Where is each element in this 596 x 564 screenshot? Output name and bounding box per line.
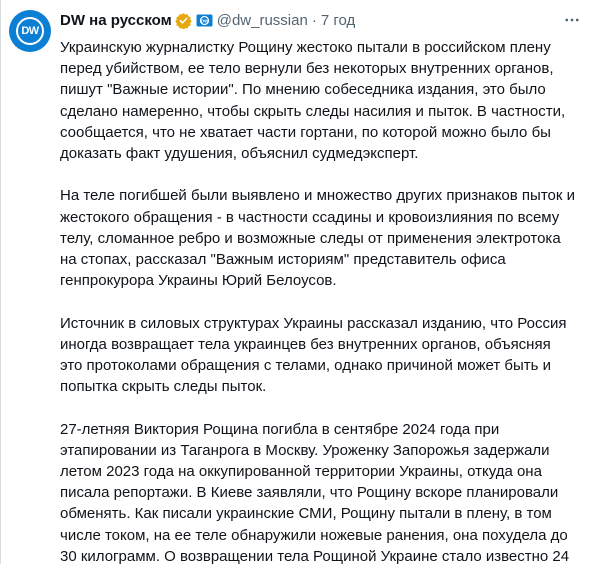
tweet-text: Украинскую журналистку Рощину жестоко пы… [60, 37, 576, 564]
separator-dot: · [311, 11, 317, 29]
avatar[interactable]: DW [9, 10, 51, 52]
timestamp[interactable]: 7 год [321, 12, 355, 29]
more-options-button[interactable] [562, 10, 582, 30]
dw-logo-icon: DW [16, 17, 44, 45]
svg-text:DW: DW [200, 18, 208, 23]
tweet-paragraph: 27-летняя Виктория Рощина погибла в сент… [60, 420, 570, 564]
dw-affiliate-icon[interactable]: DW [196, 12, 213, 29]
tweet-paragraph: Источник в силовых структурах Украины ра… [60, 314, 567, 396]
display-name[interactable]: DW на русском [60, 12, 172, 29]
tweet-paragraph: На теле погибшей были выявлено и множест… [60, 187, 575, 290]
tweet-paragraph: Украинскую журналистку Рощину жестоко пы… [60, 39, 566, 163]
tweet-header: DW на русском DW @dw_russian · 7 год [60, 10, 355, 30]
gold-verified-badge-icon[interactable] [175, 12, 192, 29]
handle[interactable]: @dw_russian [217, 12, 308, 29]
more-options-icon [565, 18, 579, 22]
tweet-card[interactable]: DW DW на русском DW @dw_russian · 7 год [0, 0, 596, 564]
avatar-text: DW [21, 25, 39, 37]
timeline-border [0, 0, 1, 564]
